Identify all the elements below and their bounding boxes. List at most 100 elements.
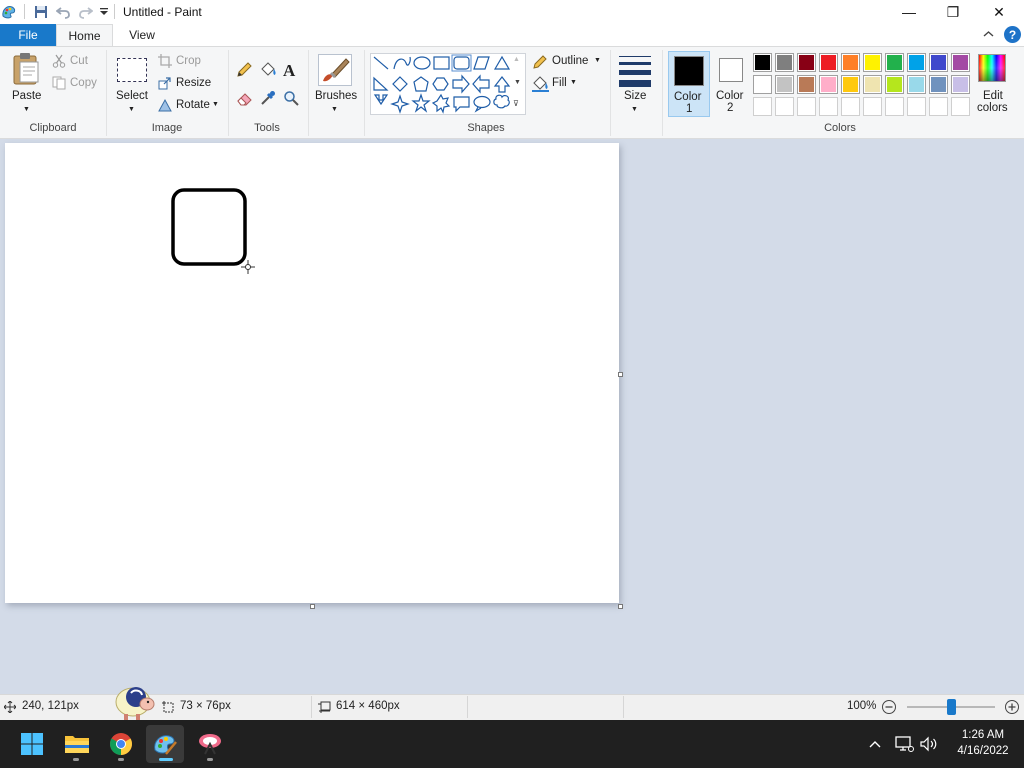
palette-swatch[interactable] <box>885 53 904 72</box>
palette-custom-swatch[interactable] <box>951 97 970 116</box>
chrome-running-indicator <box>118 758 124 761</box>
select-button[interactable]: Select ▼ <box>114 52 150 114</box>
color2-button[interactable]: Color 2 <box>712 51 750 117</box>
zoom-slider[interactable] <box>907 699 995 715</box>
eyedropper-icon <box>261 91 275 105</box>
shapes-expand-icon[interactable]: ⊽ <box>513 99 519 108</box>
palette-swatch[interactable] <box>885 75 904 94</box>
shapes-gallery-icons <box>373 54 511 114</box>
canvas-resize-handle-corner[interactable] <box>618 604 623 609</box>
brushes-button[interactable]: Brushes ▼ <box>314 52 358 114</box>
pencil-tool[interactable] <box>236 62 252 78</box>
taskbar-date[interactable]: 4/16/2022 <box>946 745 1020 757</box>
palette-swatch[interactable] <box>951 53 970 72</box>
zoom-out-icon[interactable] <box>881 699 897 715</box>
crop-label: Crop <box>176 55 201 67</box>
selection-size: 73 × 76px <box>180 700 231 712</box>
color1-button[interactable]: Color 1 <box>668 51 710 117</box>
palette-swatch[interactable] <box>753 53 772 72</box>
collapse-ribbon-icon[interactable] <box>980 26 997 43</box>
rotate-button[interactable]: Rotate ▼ <box>158 98 222 114</box>
taskbar-time[interactable]: 1:26 AM <box>946 729 1020 741</box>
paint-app-icon[interactable] <box>0 3 18 21</box>
palette-swatch[interactable] <box>775 53 794 72</box>
palette-custom-swatch[interactable] <box>753 97 772 116</box>
save-icon[interactable] <box>32 3 50 21</box>
palette-custom-swatch[interactable] <box>841 97 860 116</box>
paint-taskbar-icon[interactable] <box>149 728 181 760</box>
outline-dropdown-icon: ▼ <box>594 57 601 64</box>
palette-swatch[interactable] <box>841 75 860 94</box>
palette-custom-swatch[interactable] <box>885 97 904 116</box>
palette-custom-swatch[interactable] <box>797 97 816 116</box>
palette-swatch[interactable] <box>907 75 926 94</box>
paste-button[interactable]: Paste ▼ <box>6 52 46 114</box>
palette-swatch[interactable] <box>907 53 926 72</box>
color-picker-tool[interactable] <box>260 90 276 106</box>
volume-icon[interactable] <box>919 735 939 753</box>
cut-button[interactable]: Cut <box>52 54 92 70</box>
resize-button[interactable]: Resize <box>158 76 214 92</box>
palette-custom-swatch[interactable] <box>819 97 838 116</box>
brushes-label: Brushes <box>315 90 358 102</box>
zoom-in-icon[interactable] <box>1004 699 1020 715</box>
windows-start-icon[interactable] <box>16 728 48 760</box>
undo-icon[interactable] <box>54 3 72 21</box>
outline-button[interactable]: Outline ▼ <box>532 54 604 70</box>
redo-icon[interactable] <box>76 3 94 21</box>
fill-bucket-icon <box>532 76 549 92</box>
snipping-tool-icon[interactable] <box>194 728 226 760</box>
rotate-icon <box>158 98 172 112</box>
chrome-icon[interactable] <box>105 728 137 760</box>
palette-swatch[interactable] <box>929 53 948 72</box>
palette-swatch[interactable] <box>929 75 948 94</box>
palette-custom-swatch[interactable] <box>863 97 882 116</box>
palette-swatch[interactable] <box>753 75 772 94</box>
tab-file[interactable]: File <box>0 24 56 46</box>
network-icon[interactable] <box>894 735 914 753</box>
text-tool-icon[interactable]: A <box>283 61 299 80</box>
brush-icon <box>323 58 350 82</box>
canvas-resize-handle-bottom[interactable] <box>310 604 315 609</box>
palette-swatch[interactable] <box>797 75 816 94</box>
size-button[interactable]: Size ▼ <box>616 52 654 114</box>
zoom-level: 100% <box>847 700 877 712</box>
customize-quick-access-icon[interactable] <box>95 3 113 21</box>
crop-button[interactable]: Crop <box>158 54 208 70</box>
close-button[interactable]: ✕ <box>976 0 1022 24</box>
palette-swatch[interactable] <box>863 75 882 94</box>
maximize-button[interactable]: ❐ <box>930 0 976 24</box>
copy-button[interactable]: Copy <box>52 76 98 92</box>
eraser-tool[interactable] <box>236 90 253 106</box>
palette-swatch[interactable] <box>775 75 794 94</box>
size-line-3 <box>619 70 651 75</box>
canvas-resize-handle-right[interactable] <box>618 372 623 377</box>
zoom-slider-thumb[interactable] <box>947 699 956 715</box>
title-bar: Untitled - Paint — ❐ ✕ <box>0 0 1024 24</box>
fill-button[interactable]: Fill ▼ <box>532 76 588 92</box>
palette-swatch[interactable] <box>819 75 838 94</box>
palette-swatch[interactable] <box>863 53 882 72</box>
tab-view[interactable]: View <box>114 24 170 46</box>
palette-custom-swatch[interactable] <box>907 97 926 116</box>
help-icon[interactable]: ? <box>1004 26 1021 43</box>
palette-custom-swatch[interactable] <box>775 97 794 116</box>
magnifier-tool[interactable] <box>283 90 299 106</box>
palette-swatch[interactable] <box>951 75 970 94</box>
palette-swatch[interactable] <box>841 53 860 72</box>
drawing-canvas[interactable] <box>5 143 619 603</box>
show-hidden-icons-chevron-icon[interactable] <box>867 736 883 752</box>
file-explorer-icon[interactable] <box>61 728 93 760</box>
tab-home[interactable]: Home <box>56 24 113 46</box>
edit-colors-button[interactable]: Edit colors <box>974 52 1012 116</box>
minimize-button[interactable]: — <box>886 0 932 24</box>
palette-custom-swatch[interactable] <box>929 97 948 116</box>
crosshair-cursor <box>241 260 255 274</box>
palette-swatch[interactable] <box>819 53 838 72</box>
shapes-scroll-up-icon[interactable]: ▲ <box>513 56 520 63</box>
palette-swatch[interactable] <box>797 53 816 72</box>
fill-tool[interactable] <box>259 62 277 78</box>
shapes-scroll-down-icon[interactable]: ▼ <box>514 79 521 86</box>
image-size: 614 × 460px <box>336 700 400 712</box>
color1-label: Color <box>674 91 702 103</box>
